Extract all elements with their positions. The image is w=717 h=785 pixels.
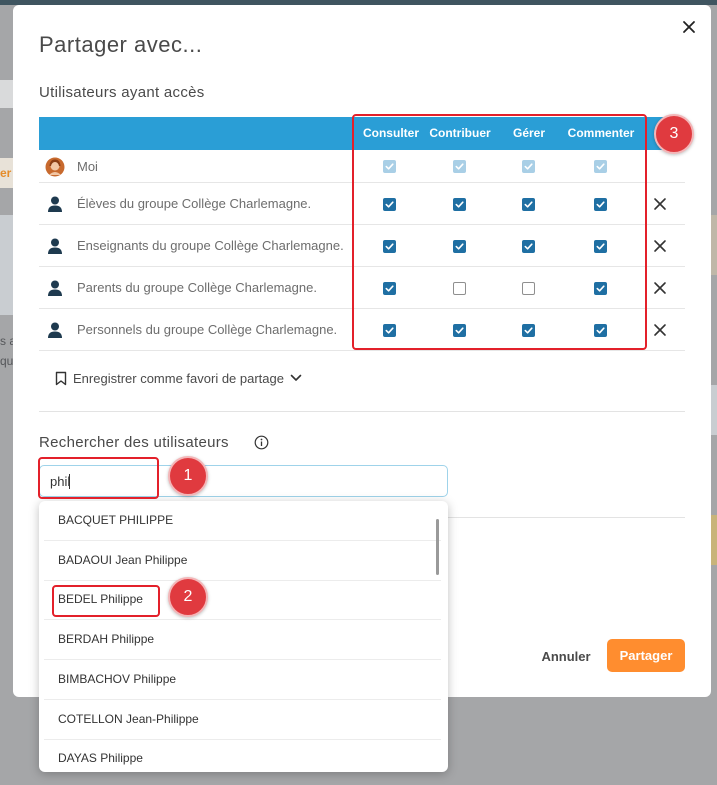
dropdown-scrollbar[interactable] (436, 519, 439, 575)
annotation-badge-1: 1 (168, 456, 208, 496)
group-icon (45, 320, 65, 340)
row-label: Enseignants du groupe Collège Charlemagn… (77, 238, 344, 253)
background-panel (711, 215, 717, 275)
annotation-highlight-permissions (352, 114, 647, 350)
row-label: Personnels du groupe Collège Charlemagne… (77, 322, 338, 337)
annotation-highlight-result (52, 585, 160, 617)
close-icon (683, 21, 695, 33)
section-divider (448, 517, 685, 518)
background-panel (0, 215, 13, 315)
background-text: qu (0, 354, 14, 368)
save-favorite-label: Enregistrer comme favori de partage (73, 370, 284, 386)
search-result-item[interactable]: BERDAH Philippe (44, 620, 441, 661)
remove-row-button[interactable] (652, 196, 668, 212)
chevron-down-icon (290, 374, 302, 381)
row-label: Élèves du groupe Collège Charlemagne. (77, 196, 312, 211)
cancel-button[interactable]: Annuler (536, 645, 596, 669)
group-icon (45, 194, 65, 214)
annotation-badge-3: 3 (654, 114, 694, 154)
search-result-item[interactable]: BIMBACHOV Philippe (44, 660, 441, 700)
search-result-item[interactable]: BADAOUI Jean Philippe (44, 541, 441, 581)
row-label: Parents du groupe Collège Charlemagne. (77, 280, 317, 295)
modal-title: Partager avec... (39, 32, 203, 57)
remove-row-button[interactable] (652, 322, 668, 338)
info-icon[interactable] (254, 435, 269, 450)
section-divider (39, 411, 685, 412)
share-button[interactable]: Partager (607, 639, 685, 672)
annotation-badge-2: 2 (168, 577, 208, 617)
background-panel (0, 80, 13, 108)
close-button[interactable] (679, 17, 699, 37)
row-label: Moi (77, 158, 98, 174)
group-icon (45, 236, 65, 256)
access-section-title: Utilisateurs ayant accès (39, 84, 205, 101)
search-result-item[interactable]: COTELLON Jean-Philippe (44, 700, 441, 740)
close-icon (654, 282, 666, 294)
background-panel (711, 515, 717, 565)
remove-row-button[interactable] (652, 238, 668, 254)
search-result-item[interactable]: DAYAS Philippe (44, 739, 441, 772)
save-favorite-button[interactable]: Enregistrer comme favori de partage (55, 368, 302, 388)
search-result-item[interactable]: BACQUET PHILIPPE (44, 501, 441, 541)
annotation-highlight-search (38, 457, 159, 499)
group-icon (45, 278, 65, 298)
close-icon (654, 198, 666, 210)
search-results-dropdown: BACQUET PHILIPPE BADAOUI Jean Philippe BED… (39, 501, 448, 772)
close-icon (654, 240, 666, 252)
remove-row-button[interactable] (652, 280, 668, 296)
search-section-title: Rechercher des utilisateurs (39, 434, 229, 451)
bookmark-icon (55, 371, 67, 385)
background-text: er (0, 166, 12, 180)
close-icon (654, 324, 666, 336)
background-panel (711, 385, 717, 435)
user-avatar-icon (45, 157, 65, 177)
